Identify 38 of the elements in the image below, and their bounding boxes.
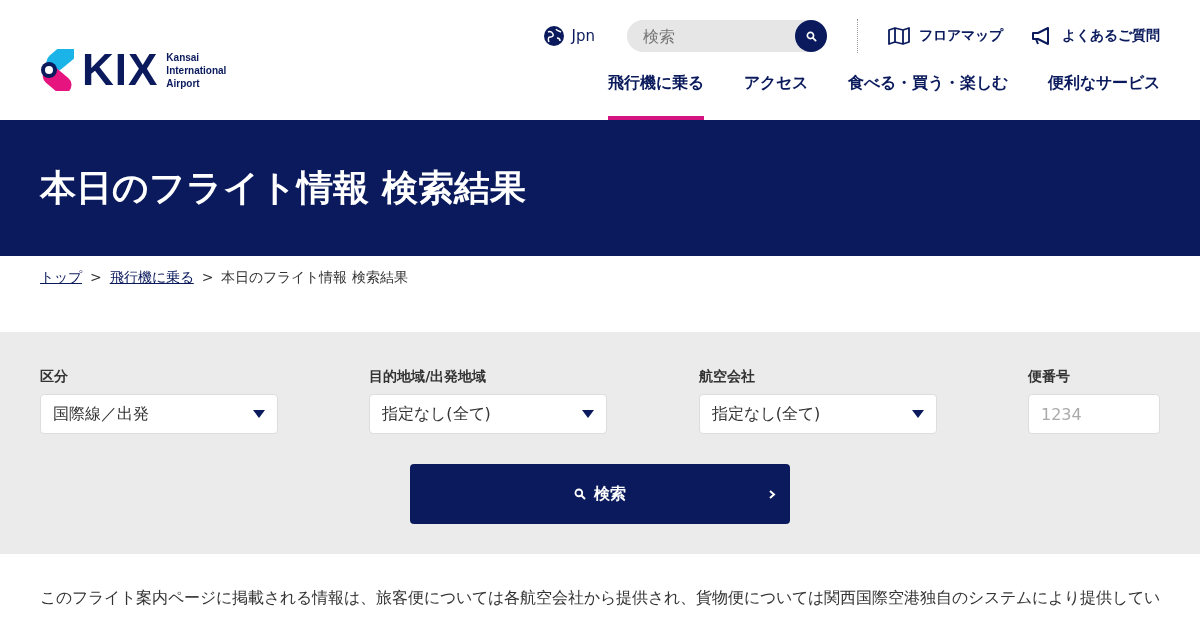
field-label: 目的地域/出発地域 [369, 368, 488, 386]
search-button[interactable] [795, 20, 827, 52]
page-title: 本日のフライト情報 検索結果 [40, 165, 526, 210]
breadcrumb-link[interactable]: トップ [40, 269, 82, 332]
nav-tab[interactable]: 食べる・買う・楽しむ [848, 70, 1008, 120]
search-field[interactable]: 検索 [627, 20, 827, 52]
caret-icon [253, 410, 265, 418]
dropdown[interactable]: 指定なし(全て) [369, 394, 608, 434]
chevron-right-icon [768, 490, 776, 499]
search-icon [574, 488, 586, 500]
caret-icon [911, 410, 924, 418]
utility-link[interactable]: よくあるご質問 [1031, 27, 1160, 45]
logo-text: Airport [166, 76, 201, 90]
breadcrumb-link[interactable]: 飛行機に乗る [109, 269, 194, 332]
nav-tab[interactable]: アクセス [744, 70, 808, 120]
nav-tab[interactable]: 便利なサービス [1048, 70, 1160, 120]
field-label: 区分 [40, 368, 69, 386]
breadcrumb-separator: > [201, 269, 214, 287]
notice-text: このフライト案内ページに掲載される情報は、旅客便については各航空会社から提供され、貨物便については関西国際空港独自のシステムにより提供してい [39, 587, 1161, 609]
search-input[interactable]: 検索 [641, 25, 785, 47]
logo-text: Kansai [166, 50, 201, 64]
search-submit-button[interactable]: 検索 [410, 464, 790, 524]
logo-text: International [166, 63, 227, 77]
language-link[interactable]: Jpn [543, 26, 595, 46]
field-label: 便番号 [1028, 368, 1071, 386]
utility-link[interactable]: フロアマップ [888, 27, 1003, 45]
map-icon [888, 27, 910, 45]
field-label: 航空会社 [698, 368, 756, 386]
flight-number-field[interactable]: 1234 [1028, 394, 1160, 434]
logo-wordmark: KIX [82, 48, 159, 92]
globe-icon [543, 26, 564, 46]
dropdown[interactable]: 指定なし(全て) [698, 394, 937, 434]
breadcrumb-separator: > [90, 269, 102, 287]
dropdown[interactable]: 国際線／出発 [40, 394, 278, 434]
breadcrumb-current: 本日のフライト情報 検索結果 [221, 269, 408, 287]
search-icon [805, 30, 817, 42]
caret-icon [582, 410, 595, 418]
logo-mark-icon [40, 49, 74, 91]
